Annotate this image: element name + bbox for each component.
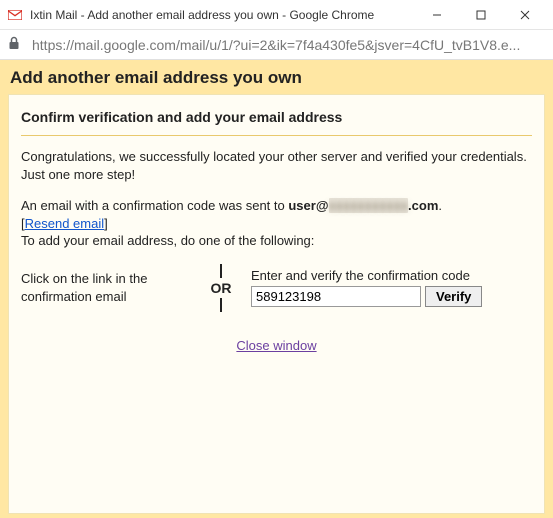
url-text: https://mail.google.com/mail/u/1/?ui=2&i…: [32, 37, 545, 53]
congrats-text: Congratulations, we successfully located…: [21, 148, 532, 183]
sent-suffix: .com: [408, 198, 438, 213]
window-titlebar: Ixtin Mail - Add another email address y…: [0, 0, 553, 30]
verify-label-text: Enter and verify the confirmation code: [251, 268, 532, 283]
or-separator: OR: [201, 264, 241, 312]
confirmation-code-input[interactable]: [251, 286, 421, 307]
content-panel: Confirm verification and add your email …: [8, 94, 545, 514]
close-button[interactable]: [503, 1, 547, 29]
subheader: Confirm verification and add your email …: [21, 109, 532, 125]
minimize-button[interactable]: [415, 1, 459, 29]
sent-prefix: An email with a confirmation code was se…: [21, 198, 288, 213]
sent-domain-obscured: xxxxxxxxxxx: [329, 198, 409, 213]
divider: [21, 135, 532, 136]
close-window-link[interactable]: Close window: [236, 338, 316, 353]
options-row: Click on the link in the confirmation em…: [21, 264, 532, 312]
verify-button[interactable]: Verify: [425, 286, 482, 307]
option-verify-code: Enter and verify the confirmation code V…: [241, 268, 532, 307]
page-title: Add another email address you own: [0, 60, 553, 94]
instruction-text: To add your email address, do one of the…: [21, 233, 314, 248]
option-click-link: Click on the link in the confirmation em…: [21, 270, 201, 305]
gmail-icon: [6, 6, 24, 24]
sent-block: An email with a confirmation code was se…: [21, 197, 532, 250]
or-label: OR: [211, 280, 232, 296]
page-body: Add another email address you own Confir…: [0, 60, 553, 518]
lock-icon: [8, 36, 24, 53]
maximize-button[interactable]: [459, 1, 503, 29]
address-bar[interactable]: https://mail.google.com/mail/u/1/?ui=2&i…: [0, 30, 553, 60]
resend-email-link[interactable]: Resend email: [25, 216, 105, 231]
sent-user: user@: [288, 198, 328, 213]
window-title: Ixtin Mail - Add another email address y…: [30, 8, 415, 22]
